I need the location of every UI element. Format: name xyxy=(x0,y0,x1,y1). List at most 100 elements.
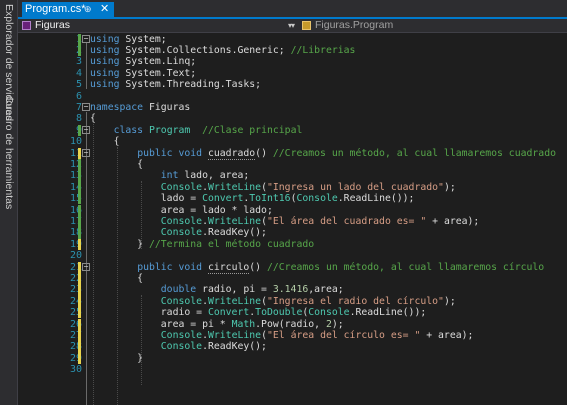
code-text: public void cuadrado() //Creamos un méto… xyxy=(90,147,556,160)
code-line[interactable]: 11− public void cuadrado() //Creamos un … xyxy=(18,147,567,160)
code-token: //Clase principal xyxy=(202,124,303,136)
project-dropdown[interactable]: Figuras ▾ xyxy=(20,19,296,32)
collapse-icon[interactable]: − xyxy=(82,125,90,134)
code-text: namespace Figuras xyxy=(90,102,190,113)
pin-icon[interactable]: ⊕ xyxy=(84,2,92,17)
saved-change-marker xyxy=(78,158,81,171)
code-line[interactable]: 26 area = pi * Math.Pow(radio, 2); xyxy=(18,318,567,330)
code-token: Convert xyxy=(207,307,250,319)
line-number: 4 xyxy=(75,67,82,79)
code-line[interactable]: 22 { xyxy=(18,272,567,285)
code-token: { xyxy=(90,113,96,125)
line-number: 8 xyxy=(75,113,82,125)
collapse-icon[interactable]: − xyxy=(82,34,90,43)
code-token: Console xyxy=(160,215,203,227)
code-text: int lado, area; xyxy=(90,170,249,181)
code-token: "Ingresa el radio del círculo" xyxy=(266,295,444,307)
code-token: ); xyxy=(443,181,456,193)
code-line[interactable]: 17 Console.WriteLine("El área del cuadra… xyxy=(18,215,567,228)
code-line[interactable]: 2using System.Collections.Generic; //Lib… xyxy=(18,44,567,57)
code-token: using xyxy=(90,33,120,45)
code-line[interactable]: 16 area = lado * lado; xyxy=(18,204,567,216)
code-token: void xyxy=(178,261,203,273)
line-number: 5 xyxy=(75,79,82,91)
code-token: Console xyxy=(160,329,203,341)
code-token: WriteLine xyxy=(207,295,262,307)
code-line[interactable]: 25 radio = Convert.ToDouble(Console.Read… xyxy=(18,307,567,319)
code-line[interactable]: 13 int lado, area; xyxy=(18,170,567,182)
code-token: using xyxy=(90,56,120,68)
line-number: 3 xyxy=(75,56,82,68)
code-line[interactable]: 12 { xyxy=(18,158,567,171)
chevron-down-icon: ▾ xyxy=(291,21,296,30)
code-line[interactable]: 5 using System.Threading.Tasks; xyxy=(18,79,567,90)
saved-change-marker xyxy=(78,33,81,45)
class-icon xyxy=(302,21,311,30)
code-line[interactable]: 7− namespace Figuras xyxy=(18,102,567,113)
unsaved-change-marker xyxy=(78,272,81,285)
code-token: Console xyxy=(160,295,203,307)
code-token: ); xyxy=(443,295,456,307)
code-line[interactable]: 29 } xyxy=(18,352,567,365)
code-token: //Creamos un método, al cual llamaremos … xyxy=(266,261,545,273)
code-line[interactable]: 30 xyxy=(18,364,567,375)
code-line[interactable]: 18 Console.ReadKey(); xyxy=(18,227,567,239)
toolbox-tab[interactable]: Cuadro de herramientas xyxy=(2,96,16,209)
code-token: lado, area; xyxy=(178,170,250,182)
code-token: double xyxy=(160,284,197,296)
code-token: using xyxy=(90,44,120,56)
code-text: radio = Convert.ToDouble(Console.ReadLin… xyxy=(90,307,426,318)
scope-dropdown-label: Figuras.Program xyxy=(315,19,394,31)
code-line[interactable]: 3 using System.Linq; xyxy=(18,56,567,67)
code-line[interactable]: 4 using System.Text; xyxy=(18,68,567,79)
code-line[interactable]: 6 xyxy=(18,91,567,102)
code-token: lado = xyxy=(90,193,203,205)
code-line[interactable]: 24 Console.WriteLine("Ingresa el radio d… xyxy=(18,295,567,308)
code-line[interactable]: 1−using System; xyxy=(18,33,567,45)
code-line[interactable]: 8{ xyxy=(18,113,567,124)
code-token: radio, pi = xyxy=(196,284,273,296)
document-tab-program[interactable]: Program.cs* ⊕ ✕ xyxy=(22,2,114,17)
unsaved-change-marker xyxy=(78,238,81,251)
code-text: Console.WriteLine("El área del círculo e… xyxy=(90,329,474,341)
collapse-icon[interactable]: − xyxy=(82,102,90,111)
code-token: System.Threading.Tasks; xyxy=(119,79,262,91)
code-text: Console.ReadKey(); xyxy=(90,341,267,352)
code-token: Convert xyxy=(202,193,244,205)
code-line[interactable]: 19 } //Termina el método cuadrado xyxy=(18,238,567,251)
code-token: .ReadLine()); xyxy=(337,193,415,205)
code-token: circulo xyxy=(207,261,250,274)
collapse-icon[interactable]: − xyxy=(82,262,90,271)
code-token: () xyxy=(255,147,273,159)
line-number: 30 xyxy=(69,364,82,376)
code-token: using xyxy=(90,67,120,79)
code-token: .ReadKey(); xyxy=(202,227,267,239)
code-line[interactable]: 21− public void circulo() //Creamos un m… xyxy=(18,261,567,274)
code-line[interactable]: 23 double radio, pi = 3.1416,area; xyxy=(18,284,567,296)
scope-dropdown[interactable]: ▾ Figuras.Program xyxy=(291,19,567,32)
code-line[interactable]: 9− class Program //Clase principal xyxy=(18,124,567,137)
code-line[interactable]: 14 Console.WriteLine("Ingresa un lado de… xyxy=(18,181,567,194)
code-token: + area); xyxy=(420,329,474,341)
code-token: System.Linq; xyxy=(119,56,197,68)
code-line[interactable]: 15 lado = Convert.ToInt16(Console.ReadLi… xyxy=(18,193,567,205)
close-icon[interactable]: ✕ xyxy=(100,2,109,17)
project-dropdown-label: Figuras xyxy=(35,19,71,31)
code-line[interactable]: 28 Console.ReadKey(); xyxy=(18,341,567,353)
code-line[interactable]: 20 xyxy=(18,250,567,261)
code-token: System.Text; xyxy=(119,67,197,79)
code-token: WriteLine xyxy=(207,215,262,227)
code-line[interactable]: 10 { xyxy=(18,136,567,147)
navigation-bar: Figuras ▾ ▾ Figuras.Program xyxy=(18,17,567,33)
code-text: using System.Collections.Generic; //Libr… xyxy=(90,45,355,56)
code-editor[interactable]: 1−using System;2using System.Collections… xyxy=(18,33,567,405)
code-token: ); xyxy=(331,318,344,330)
code-token: Program xyxy=(149,124,191,136)
code-line[interactable]: 27 Console.WriteLine("El área del círcul… xyxy=(18,329,567,342)
code-text: using System.Text; xyxy=(90,68,196,79)
collapse-icon[interactable]: − xyxy=(82,148,90,157)
unsaved-change-marker xyxy=(78,341,81,353)
